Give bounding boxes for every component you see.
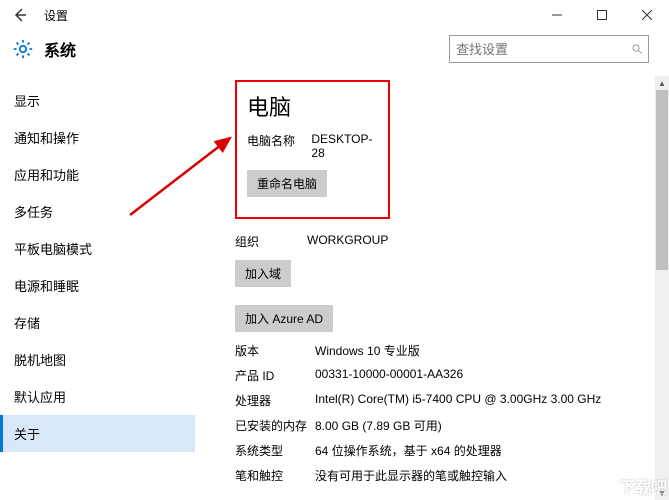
pen-row: 笔和触控 没有可用于此显示器的笔或触控输入 bbox=[235, 467, 649, 484]
search-icon bbox=[632, 42, 642, 56]
close-icon bbox=[642, 10, 652, 20]
back-arrow-icon bbox=[12, 7, 28, 23]
close-button[interactable] bbox=[624, 0, 669, 30]
join-azure-button[interactable]: 加入 Azure AD bbox=[235, 305, 333, 332]
page-title: 系统 bbox=[44, 37, 439, 61]
sidebar-item-defaultapps[interactable]: 默认应用 bbox=[0, 378, 195, 415]
highlight-annotation: 电脑 电脑名称 DESKTOP-28 重命名电脑 bbox=[235, 80, 390, 219]
back-button[interactable] bbox=[8, 3, 32, 27]
product-id-row: 产品 ID 00331-10000-00001-AA326 bbox=[235, 367, 649, 384]
sidebar-item-power[interactable]: 电源和睡眠 bbox=[0, 267, 195, 304]
sidebar-item-label: 显示 bbox=[14, 94, 40, 109]
sidebar-item-label: 电源和睡眠 bbox=[14, 279, 79, 294]
scroll-up-icon[interactable]: ▲ bbox=[655, 76, 669, 90]
sidebar-item-label: 默认应用 bbox=[14, 390, 66, 405]
search-box[interactable] bbox=[449, 35, 649, 63]
header: 系统 bbox=[0, 30, 669, 76]
minimize-icon bbox=[552, 10, 562, 20]
sidebar-item-label: 通知和操作 bbox=[14, 131, 79, 146]
version-row: 版本 Windows 10 专业版 bbox=[235, 342, 649, 359]
titlebar: 设置 bbox=[0, 0, 669, 30]
ram-label: 已安装的内存 bbox=[235, 417, 315, 434]
main-panel: 电脑 电脑名称 DESKTOP-28 重命名电脑 组织 WORKGROUP 加入… bbox=[195, 76, 669, 500]
sidebar-item-maps[interactable]: 脱机地图 bbox=[0, 341, 195, 378]
org-row: 组织 WORKGROUP bbox=[235, 233, 649, 250]
version-value: Windows 10 专业版 bbox=[315, 342, 420, 359]
sidebar-item-about[interactable]: 关于 bbox=[0, 415, 195, 452]
sidebar-item-label: 多任务 bbox=[14, 205, 53, 220]
systype-row: 系统类型 64 位操作系统，基于 x64 的处理器 bbox=[235, 442, 649, 459]
ram-row: 已安装的内存 8.00 GB (7.89 GB 可用) bbox=[235, 417, 649, 434]
pen-value: 没有可用于此显示器的笔或触控输入 bbox=[315, 467, 507, 484]
maximize-icon bbox=[597, 10, 607, 20]
pc-name-value: DESKTOP-28 bbox=[311, 132, 378, 160]
join-domain-button[interactable]: 加入域 bbox=[235, 260, 291, 287]
sidebar-item-tablet[interactable]: 平板电脑模式 bbox=[0, 230, 195, 267]
cpu-row: 处理器 Intel(R) Core(TM) i5-7400 CPU @ 3.00… bbox=[235, 392, 649, 409]
pc-name-label: 电脑名称 bbox=[247, 132, 311, 160]
content: 显示 通知和操作 应用和功能 多任务 平板电脑模式 电源和睡眠 存储 脱机地图 … bbox=[0, 76, 669, 500]
titlebar-left: 设置 bbox=[8, 3, 68, 27]
sidebar-item-label: 存储 bbox=[14, 316, 40, 331]
ram-value: 8.00 GB (7.89 GB 可用) bbox=[315, 417, 442, 434]
window-title: 设置 bbox=[44, 7, 68, 24]
rename-pc-button[interactable]: 重命名电脑 bbox=[247, 170, 327, 197]
watermark: 下载吧 bbox=[619, 474, 667, 498]
org-value: WORKGROUP bbox=[307, 233, 388, 250]
version-label: 版本 bbox=[235, 342, 315, 359]
sidebar-item-storage[interactable]: 存储 bbox=[0, 304, 195, 341]
maximize-button[interactable] bbox=[579, 0, 624, 30]
sidebar-item-apps[interactable]: 应用和功能 bbox=[0, 156, 195, 193]
sidebar: 显示 通知和操作 应用和功能 多任务 平板电脑模式 电源和睡眠 存储 脱机地图 … bbox=[0, 76, 195, 500]
systype-value: 64 位操作系统，基于 x64 的处理器 bbox=[315, 442, 502, 459]
product-id-value: 00331-10000-00001-AA326 bbox=[315, 367, 463, 384]
sidebar-item-display[interactable]: 显示 bbox=[0, 82, 195, 119]
pc-name-row: 电脑名称 DESKTOP-28 bbox=[247, 132, 378, 160]
sidebar-item-notifications[interactable]: 通知和操作 bbox=[0, 119, 195, 156]
gear-icon bbox=[12, 38, 34, 60]
org-label: 组织 bbox=[235, 233, 307, 250]
sidebar-item-label: 应用和功能 bbox=[14, 168, 79, 183]
sidebar-item-label: 平板电脑模式 bbox=[14, 242, 92, 257]
minimize-button[interactable] bbox=[534, 0, 579, 30]
sidebar-item-label: 脱机地图 bbox=[14, 353, 66, 368]
sidebar-item-multitask[interactable]: 多任务 bbox=[0, 193, 195, 230]
pc-heading: 电脑 bbox=[247, 90, 378, 122]
product-id-label: 产品 ID bbox=[235, 367, 315, 384]
cpu-label: 处理器 bbox=[235, 392, 315, 409]
scrollbar[interactable]: ▲ ▼ bbox=[655, 76, 669, 500]
systype-label: 系统类型 bbox=[235, 442, 315, 459]
search-input[interactable] bbox=[456, 42, 632, 57]
sidebar-item-label: 关于 bbox=[14, 427, 40, 442]
window-controls bbox=[534, 0, 669, 30]
pen-label: 笔和触控 bbox=[235, 467, 315, 484]
scroll-thumb[interactable] bbox=[656, 90, 668, 270]
cpu-value: Intel(R) Core(TM) i5-7400 CPU @ 3.00GHz … bbox=[315, 392, 601, 409]
